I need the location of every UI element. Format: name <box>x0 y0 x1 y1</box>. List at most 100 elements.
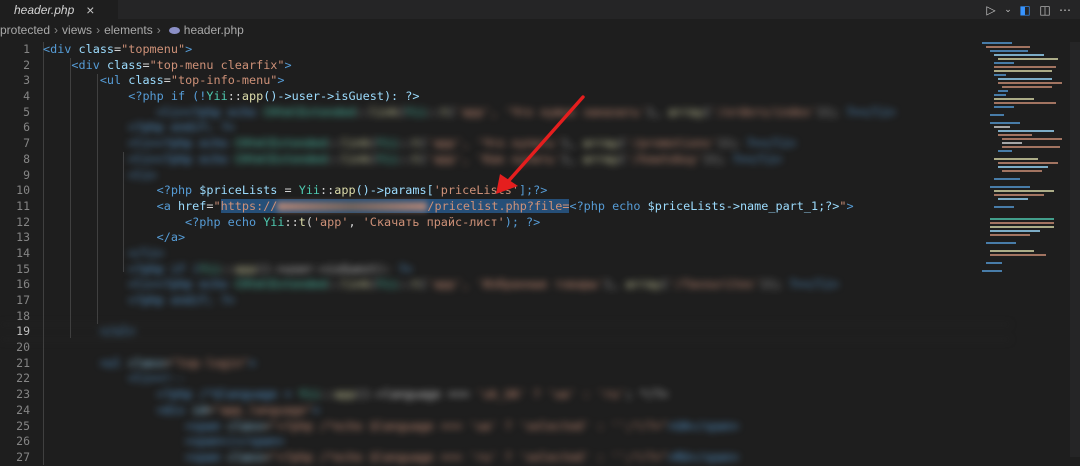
token: "top-menu clearfix" <box>149 57 285 72</box>
token: :: <box>320 183 335 198</box>
editor-actions: ▷ ⌄ ◧ ◫ ⋯ <box>984 0 1080 19</box>
run-icon[interactable]: ▷ <box>984 3 998 17</box>
tab-header-php[interactable]: header.php × <box>0 0 118 19</box>
token: > <box>846 198 854 213</box>
token: > <box>185 42 193 56</box>
line-number: 20 <box>16 340 30 355</box>
line-number: 12 <box>16 214 30 229</box>
token: 'app' <box>312 214 349 229</box>
minimap[interactable] <box>978 42 1063 457</box>
code-line-2: <div class="top-menu clearfix"> <box>43 58 963 74</box>
chevron-right-icon: › <box>96 23 101 37</box>
code-line-16: <li><?php echo CHtmlExtended::link(Yii::… <box>128 277 839 292</box>
breadcrumb-item[interactable]: views <box>62 23 92 37</box>
token: :: <box>284 214 299 229</box>
token: 'priceLists' <box>433 183 519 198</box>
url-selection: https:// /pricelist.php?file= <box>220 198 570 213</box>
token: ); ?> <box>504 214 541 229</box>
close-icon[interactable]: × <box>86 2 94 18</box>
code-line-17: <?php endif; ?> <box>128 293 235 307</box>
code-line-7: <li><?php echo CHtmlExtended::link(Yii::… <box>128 136 796 151</box>
line-number: 2 <box>23 57 30 72</box>
code-line-23: <?php /*$language = Yii::app()->language… <box>156 387 669 402</box>
code-line-3: <ul class="top-info-menu"> <box>43 73 963 89</box>
code-line-22: <li><!-- <box>128 371 186 386</box>
line-number: 16 <box>16 277 30 292</box>
token: $priceLists <box>199 183 278 198</box>
line-number: 26 <box>16 434 30 449</box>
token: <ul <box>99 73 129 88</box>
code-line-11: <a href="https:///pricelist.php?file=<?p… <box>43 198 963 215</box>
code-line-24: <div id="app_language"> <box>156 402 321 417</box>
line-number: 18 <box>16 308 30 323</box>
line-number: 17 <box>16 293 30 307</box>
line-number: 11 <box>16 198 30 213</box>
split-editor-icon[interactable]: ◫ <box>1038 3 1052 17</box>
token: <div <box>71 57 107 72</box>
token: = <box>277 183 299 198</box>
token: Yii <box>206 89 228 104</box>
line-number: 23 <box>16 387 30 402</box>
token: </a> <box>156 230 186 245</box>
more-icon[interactable]: ⋯ <box>1058 3 1072 17</box>
line-number: 1 <box>23 42 30 56</box>
token: <?php echo <box>569 198 648 213</box>
vertical-scrollbar[interactable] <box>1070 42 1080 457</box>
breadcrumb: protected › views › elements › header.ph… <box>0 19 1080 41</box>
token: /pricelist.php?file= <box>427 198 570 213</box>
token: href <box>177 198 207 213</box>
token: " <box>213 198 221 213</box>
minimap-preview <box>982 42 1062 272</box>
token: 'Скачать прайс-лист' <box>362 214 505 229</box>
code-line-15: <?php if (Yii::app()->user->isGuest): ?> <box>128 261 413 276</box>
code-line-1: <div class="topmenu"> <box>43 42 963 58</box>
tab-bar: header.php × ▷ ⌄ ◧ ◫ ⋯ <box>0 0 1080 19</box>
code-line-21: <ul class="top-login"> <box>99 355 257 370</box>
token: <?php if (! <box>128 89 207 104</box>
code-line-5: <li><?php echo CHtmlExtended::link(Yii::… <box>156 104 896 119</box>
token: ()->user->isGuest): ?> <box>263 89 420 104</box>
token: https:// <box>220 198 278 213</box>
line-number: 4 <box>23 89 30 104</box>
token: "top-info-menu" <box>170 73 278 88</box>
chevron-right-icon: › <box>156 23 161 37</box>
token: > <box>277 73 285 88</box>
code-line-27: <span class="<?php /*echo $language === … <box>185 449 740 464</box>
token: "topmenu" <box>121 42 186 56</box>
code-line-12: <?php echo Yii::t('app', 'Скачать прайс-… <box>43 215 963 231</box>
line-number: 14 <box>16 245 30 260</box>
token: :: <box>227 89 242 104</box>
line-number: 8 <box>23 151 30 166</box>
breadcrumb-item[interactable]: protected <box>0 23 50 37</box>
code-editor[interactable]: 1 2 3 4 5 6 7 8 9 10 11 12 13 14 15 16 1… <box>0 42 1080 465</box>
line-number: 13 <box>16 230 30 245</box>
code-line-14: </li> <box>128 245 164 260</box>
code-line-26: <span>|</span> <box>185 434 285 449</box>
token: = <box>142 57 150 72</box>
token: class <box>128 73 164 88</box>
line-number: 25 <box>16 418 30 433</box>
token: > <box>284 57 292 72</box>
line-number: 27 <box>16 449 30 464</box>
code-line-4: <?php if (!Yii::app()->user->isGuest): ?… <box>43 89 963 105</box>
line-number: 10 <box>16 183 30 198</box>
breadcrumb-item[interactable]: header.php <box>184 23 244 37</box>
redacted-domain <box>277 201 428 211</box>
code-area[interactable]: <div class="topmenu"> <div class="top-me… <box>0 42 1010 466</box>
line-number-gutter: 1 2 3 4 5 6 7 8 9 10 11 12 13 14 15 16 1… <box>0 42 30 466</box>
token: " <box>839 198 847 213</box>
token: app <box>334 183 356 198</box>
code-line-19: </ul> <box>0 324 1010 340</box>
code-line-13: </a> <box>43 230 963 246</box>
code-line-25: <span class="<?php /*echo $language === … <box>185 418 740 433</box>
token: <?php <box>156 183 200 198</box>
chevron-down-icon[interactable]: ⌄ <box>1004 5 1012 15</box>
compare-icon[interactable]: ◧ <box>1018 3 1032 17</box>
chevron-right-icon: › <box>54 23 59 37</box>
line-number: 3 <box>23 73 30 88</box>
line-number: 15 <box>16 261 30 276</box>
breadcrumb-item[interactable]: elements <box>104 23 153 37</box>
token: app <box>241 89 264 104</box>
